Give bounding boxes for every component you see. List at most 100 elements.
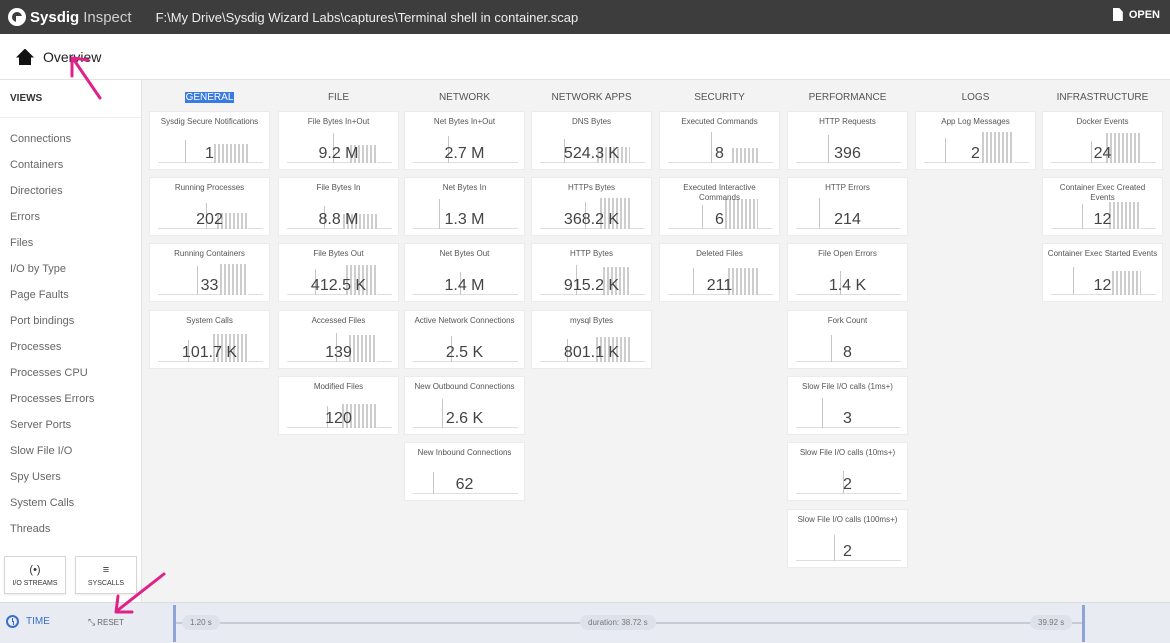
view-item[interactable]: Processes Errors <box>0 386 141 412</box>
metric-tile[interactable]: Container Exec Created Events 12 <box>1042 177 1163 236</box>
metric-value: 2 <box>843 476 852 493</box>
view-item[interactable]: Threads <box>0 516 141 542</box>
metric-tile[interactable]: Deleted Files 211 <box>659 243 780 302</box>
metric-tile[interactable]: Slow File I/O calls (1ms+) 3 <box>787 376 908 435</box>
metric-column: INFRASTRUCTURE Docker Events 24 Container E… <box>1042 80 1163 302</box>
metric-value: 9.2 M <box>318 145 359 162</box>
annotation-arrow-overview <box>70 56 102 100</box>
metric-tile[interactable]: Slow File I/O calls (10ms+) 2 <box>787 442 908 501</box>
timeline-bar: TIME ⤡ RESET 1.20 s duration: 38.72 s 39… <box>0 602 1170 643</box>
metric-value: 2 <box>843 543 852 560</box>
time-button[interactable]: TIME <box>6 615 50 628</box>
metric-label: Slow File I/O calls (100ms+) <box>797 515 898 524</box>
metric-label: Slow File I/O calls (10ms+) <box>799 448 896 457</box>
metric-value: 202 <box>196 211 223 228</box>
metric-tile[interactable]: File Bytes In+Out 9.2 M <box>278 111 399 170</box>
metric-tile[interactable]: Sysdig Secure Notifications 1 <box>149 111 270 170</box>
metric-label: Container Exec Created Events <box>1059 183 1146 202</box>
timeline-end-label: 39.92 s <box>1030 615 1073 630</box>
view-item[interactable]: I/O by Type <box>0 256 141 282</box>
metric-tile[interactable]: File Bytes In 8.8 M <box>278 177 399 236</box>
metric-tile[interactable]: Running Processes 202 <box>149 177 270 236</box>
metric-tile[interactable]: New Outbound Connections 2.6 K <box>404 376 525 435</box>
metric-value: 8 <box>715 145 724 162</box>
view-item[interactable]: Files <box>0 230 141 256</box>
view-item[interactable]: Port bindings <box>0 308 141 334</box>
metric-label: File Bytes Out <box>313 249 364 258</box>
view-item[interactable]: Errors <box>0 204 141 230</box>
metric-label: New Outbound Connections <box>414 382 515 391</box>
timeline-start-handle[interactable] <box>173 605 176 642</box>
view-item[interactable]: Processes <box>0 334 141 360</box>
view-item[interactable]: Page Faults <box>0 282 141 308</box>
views-list: Connections Containers Directories Errors Fi… <box>0 118 141 542</box>
metric-tile[interactable]: DNS Bytes 524.3 K <box>531 111 652 170</box>
metric-tile[interactable]: Running Containers 33 <box>149 243 270 302</box>
metric-value: 12 <box>1093 211 1112 228</box>
column-header-label: GENERAL <box>184 92 235 103</box>
metric-value: 139 <box>325 344 352 361</box>
metric-tile[interactable]: Docker Events 24 <box>1042 111 1163 170</box>
metric-value: 2.6 K <box>445 410 484 427</box>
metric-value: 915.2 K <box>563 277 620 294</box>
io-streams-button[interactable]: (•) I/O STREAMS <box>4 556 66 594</box>
metric-label: System Calls <box>186 316 233 325</box>
metric-tile[interactable]: HTTP Requests 396 <box>787 111 908 170</box>
metric-tile[interactable]: Net Bytes Out 1.4 M <box>404 243 525 302</box>
metric-tile[interactable]: Executed Commands 8 <box>659 111 780 170</box>
metric-value: 1 <box>205 145 214 162</box>
column-header-label: PERFORMANCE <box>808 92 887 103</box>
metric-tile[interactable]: System Calls 101.7 K <box>149 310 270 369</box>
metric-value: 214 <box>834 211 861 228</box>
open-button[interactable]: OPEN <box>1112 8 1160 21</box>
document-icon <box>1112 8 1123 21</box>
metric-value: 801.1 K <box>563 344 620 361</box>
metric-label: HTTPs Bytes <box>567 183 616 192</box>
metric-label: HTTP Requests <box>819 117 876 126</box>
column-header-label: SECURITY <box>694 92 745 103</box>
metric-column: GENERAL Sysdig Secure Notifications 1 Runni… <box>149 80 270 369</box>
metric-tile[interactable]: Modified Files 120 <box>278 376 399 435</box>
metric-tile[interactable]: HTTPs Bytes 368.2 K <box>531 177 652 236</box>
metric-value: 1.4 K <box>828 277 867 294</box>
metric-tile[interactable]: Executed Interactive Commands 6 <box>659 177 780 236</box>
metric-tile[interactable]: Accessed Files 139 <box>278 310 399 369</box>
metric-column: NETWORK APPS DNS Bytes 524.3 K HTTPs Bytes 3… <box>531 80 652 369</box>
metric-value: 120 <box>325 410 352 427</box>
metric-value: 8 <box>843 344 852 361</box>
view-item[interactable]: Containers <box>0 152 141 178</box>
view-item[interactable]: Directories <box>0 178 141 204</box>
view-item[interactable]: System Calls <box>0 490 141 516</box>
metric-tile[interactable]: File Open Errors 1.4 K <box>787 243 908 302</box>
metric-label: mysql Bytes <box>569 316 614 325</box>
metric-tile[interactable]: Fork Count 8 <box>787 310 908 369</box>
view-item[interactable]: Processes CPU <box>0 360 141 386</box>
view-item[interactable]: Spy Users <box>0 464 141 490</box>
metric-tile[interactable]: New Inbound Connections 62 <box>404 442 525 501</box>
view-item[interactable]: Server Ports <box>0 412 141 438</box>
metric-column: FILE File Bytes In+Out 9.2 M File Bytes In 8… <box>278 80 399 435</box>
metric-tile[interactable]: Container Exec Started Events 12 <box>1042 243 1163 302</box>
metric-column: LOGS App Log Messages 2 <box>915 80 1036 170</box>
view-item[interactable]: Connections <box>0 126 141 152</box>
column-header-label: NETWORK APPS <box>551 92 632 103</box>
metric-tile[interactable]: File Bytes Out 412.5 K <box>278 243 399 302</box>
metric-tile[interactable]: HTTP Bytes 915.2 K <box>531 243 652 302</box>
metric-tile[interactable]: HTTP Errors 214 <box>787 177 908 236</box>
capture-file-path: F:\My Drive\Sysdig Wizard Labs\captures\… <box>155 9 579 25</box>
metric-tile[interactable]: mysql Bytes 801.1 K <box>531 310 652 369</box>
metric-tile[interactable]: Active Network Connections 2.5 K <box>404 310 525 369</box>
metric-value: 368.2 K <box>563 211 620 228</box>
metric-label: Slow File I/O calls (1ms+) <box>802 382 893 391</box>
view-item[interactable]: Slow File I/O <box>0 438 141 464</box>
metric-label: Executed Commands <box>681 117 758 126</box>
metric-tile[interactable]: App Log Messages 2 <box>915 111 1036 170</box>
timeline-end-handle[interactable] <box>1082 605 1085 642</box>
metric-value: 2.7 M <box>444 145 485 162</box>
metric-label: Accessed Files <box>311 316 366 325</box>
metric-label: HTTP Bytes <box>570 249 613 258</box>
home-icon[interactable] <box>16 49 34 65</box>
metric-tile[interactable]: Slow File I/O calls (100ms+) 2 <box>787 509 908 568</box>
metric-tile[interactable]: Net Bytes In+Out 2.7 M <box>404 111 525 170</box>
metric-tile[interactable]: Net Bytes In 1.3 M <box>404 177 525 236</box>
